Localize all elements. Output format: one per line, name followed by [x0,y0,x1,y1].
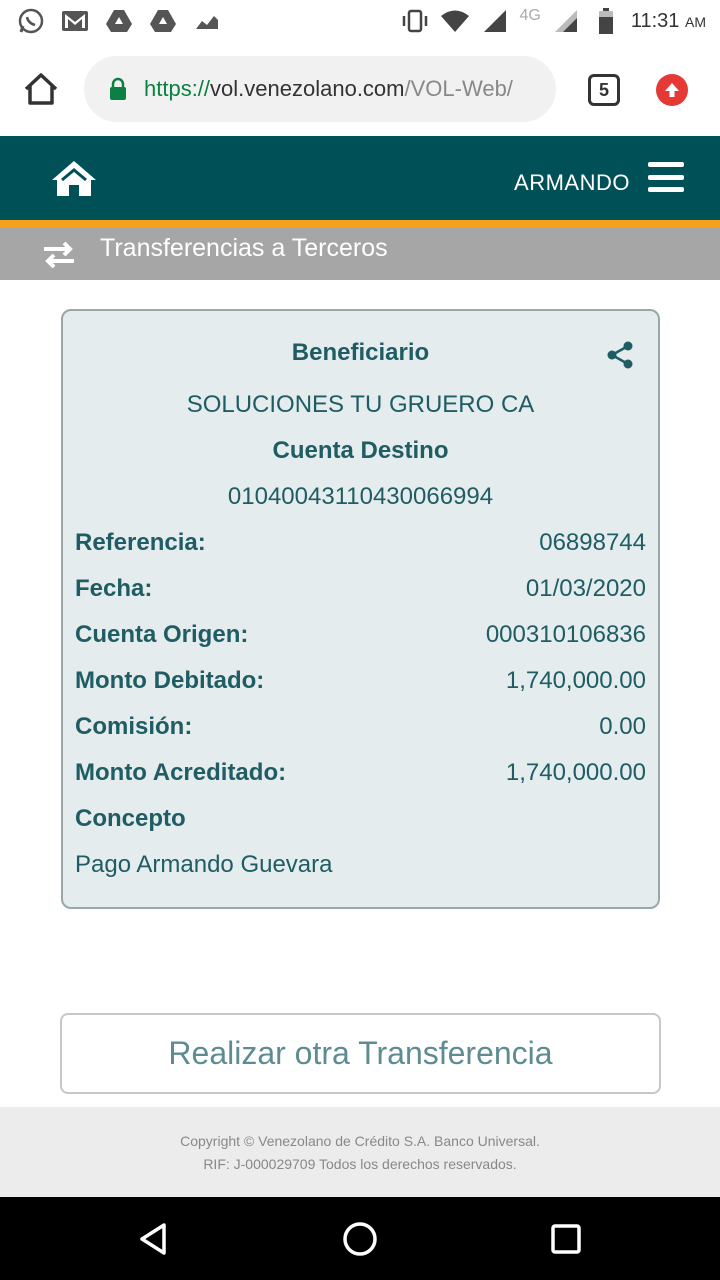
concept-value: Pago Armando Guevara [75,851,333,878]
detail-label: Comisión: [75,713,193,740]
concept-label: Concepto [75,805,186,832]
home-icon[interactable] [50,158,98,198]
whatsapp-icon [16,6,46,36]
detail-label: Referencia: [75,529,206,556]
section-header: Transferencias a Terceros [0,228,720,280]
browser-home-icon[interactable] [22,70,60,108]
wifi-icon [440,6,470,36]
chart-icon [192,6,222,36]
user-name: ARMANDO [514,170,630,195]
destination-account-label: Cuenta Destino [272,437,449,464]
notification-icons [16,6,222,36]
transfer-receipt-card: Beneficiario SOLUCIONES TU GRUERO CA Cue… [61,309,660,909]
transfer-arrows-icon [40,240,78,270]
drive-icon [104,6,134,36]
detail-row-commission: Comisión: 0.00 [75,713,646,741]
detail-value: 06898744 [539,529,646,556]
browser-toolbar: https://vol.venezolano.com/VOL-Web/ 5 [0,42,720,136]
address-bar[interactable]: https://vol.venezolano.com/VOL-Web/ [84,56,556,122]
app-header: ARMANDO [0,136,720,220]
copyright-text: Copyright © Venezolano de Crédito S.A. B… [180,1133,540,1149]
detail-value: 1,740,000.00 [505,759,646,786]
detail-value: 0.00 [599,713,646,740]
vibrate-icon [400,6,430,36]
gmail-icon [60,6,90,36]
lock-icon [108,77,128,101]
update-button[interactable] [656,74,688,106]
system-icons: 4G 11:31 AM [400,6,706,36]
drive-icon-2 [148,6,178,36]
arrow-up-icon [665,83,679,97]
detail-row-amount-credited: Monto Acreditado: 1,740,000.00 [75,759,646,787]
detail-row-amount-debited: Monto Debitado: 1,740,000.00 [75,667,646,695]
detail-row-source-account: Cuenta Origen: 000310106836 [75,621,646,649]
battery-icon [591,6,621,36]
url-text: https://vol.venezolano.com/VOL-Web/ [144,76,513,101]
network-type: 4G [519,7,541,24]
status-bar: 4G 11:31 AM [0,0,720,42]
page-footer: Copyright © Venezolano de Crédito S.A. B… [0,1107,720,1197]
destination-account-number: 01040043110430066994 [227,483,494,510]
detail-row-date: Fecha: 01/03/2020 [75,575,646,603]
detail-label: Monto Debitado: [75,667,265,694]
home-circle-icon[interactable] [340,1219,380,1259]
signal-icon-2 [551,6,581,36]
signal-icon [480,6,510,36]
page-title: Transferencias a Terceros [100,234,388,262]
header-accent-divider [0,220,720,228]
beneficiary-name: SOLUCIONES TU GRUERO CA [186,391,535,418]
hamburger-menu-icon[interactable] [648,162,684,192]
recents-icon[interactable] [546,1219,586,1259]
tab-switcher-button[interactable]: 5 [588,74,620,106]
detail-value: 000310106836 [485,621,646,648]
detail-label: Monto Acreditado: [75,759,287,786]
detail-label: Fecha: [75,575,153,602]
system-navigation-bar [0,1197,720,1280]
rif-text: RIF: J-000029709 Todos los derechos rese… [203,1156,517,1172]
clock: 11:31 AM [630,9,706,32]
back-icon[interactable] [134,1219,174,1259]
beneficiary-label: Beneficiario [291,339,430,366]
detail-row-reference: Referencia: 06898744 [75,529,646,557]
detail-value: 01/03/2020 [525,575,646,602]
detail-value: 1,740,000.00 [505,667,646,694]
detail-label: Cuenta Origen: [75,621,249,648]
another-transfer-button[interactable]: Realizar otra Transferencia [60,1013,661,1094]
